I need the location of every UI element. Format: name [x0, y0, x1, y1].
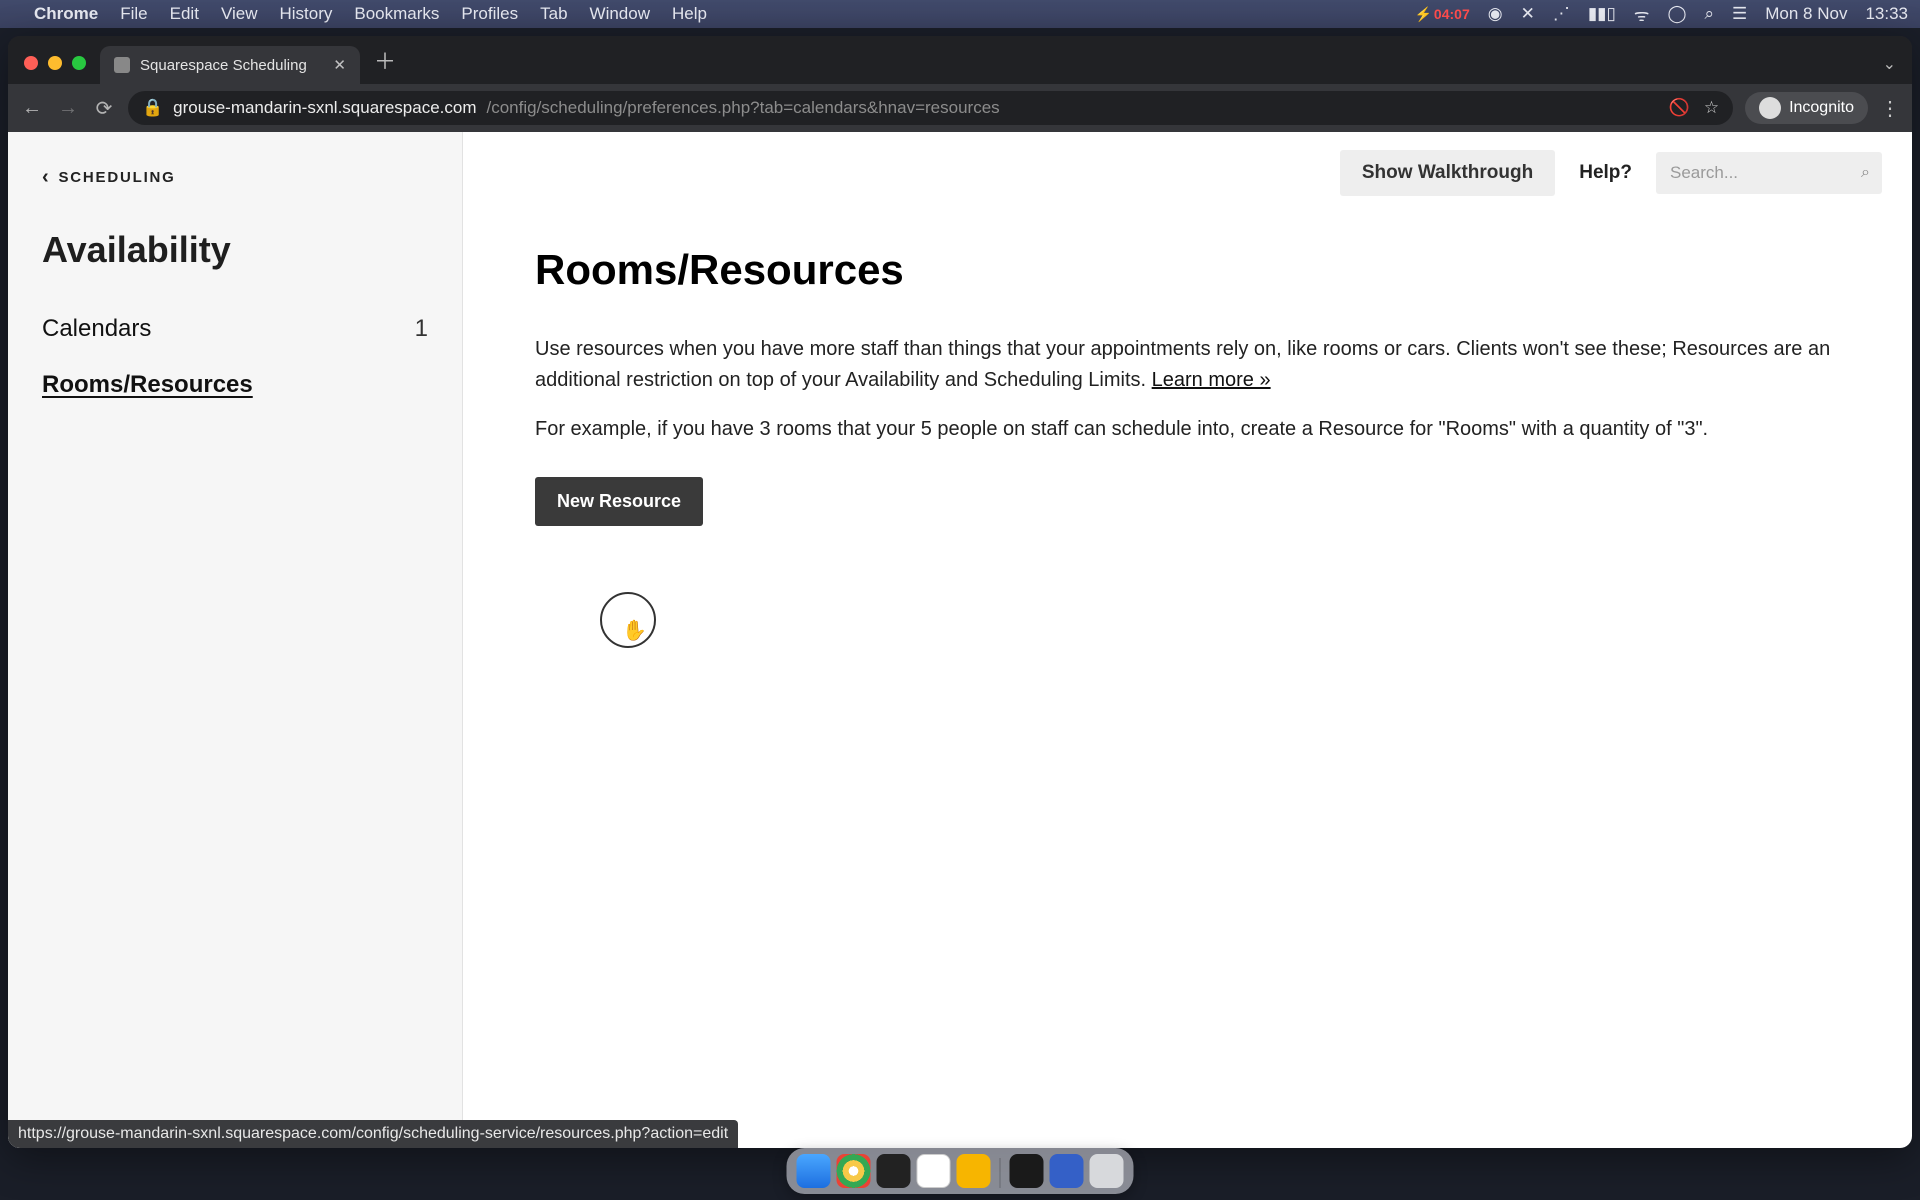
- incognito-icon: [1759, 97, 1781, 119]
- menubar-item-bookmarks[interactable]: Bookmarks: [354, 4, 439, 24]
- reload-button[interactable]: ⟳: [92, 96, 116, 121]
- dock-chrome-icon[interactable]: [837, 1154, 871, 1188]
- dock-app3-icon[interactable]: [1050, 1154, 1084, 1188]
- control-center-icon[interactable]: ☰: [1732, 4, 1747, 24]
- dock-app2-icon[interactable]: [1010, 1154, 1044, 1188]
- window-maximize-icon[interactable]: [72, 56, 86, 70]
- menubar-item-help[interactable]: Help: [672, 4, 707, 24]
- tabs-dropdown-icon[interactable]: ⌄: [1883, 54, 1896, 74]
- eye-off-icon[interactable]: 🚫: [1669, 98, 1690, 118]
- macos-menubar: Chrome File Edit View History Bookmarks …: [0, 0, 1920, 28]
- incognito-label: Incognito: [1789, 99, 1854, 117]
- menubar-appname[interactable]: Chrome: [34, 4, 98, 24]
- main-area: Show Walkthrough Help? ⌕ Rooms/Resources…: [463, 132, 1912, 1148]
- tab-close-icon[interactable]: ✕: [333, 56, 346, 74]
- browser-tab[interactable]: Squarespace Scheduling ✕: [100, 46, 360, 84]
- menubar-item-window[interactable]: Window: [590, 4, 650, 24]
- show-walkthrough-button[interactable]: Show Walkthrough: [1340, 150, 1555, 196]
- lock-icon: 🔒: [142, 98, 163, 118]
- menubar-item-history[interactable]: History: [279, 4, 332, 24]
- chevron-left-icon: ‹: [42, 166, 50, 189]
- search-input[interactable]: [1656, 152, 1882, 194]
- status-icon-3[interactable]: ⋰: [1553, 4, 1570, 24]
- learn-more-link[interactable]: Learn more »: [1152, 369, 1271, 391]
- menubar-item-view[interactable]: View: [221, 4, 258, 24]
- battery-status-icon[interactable]: ⚡04:07: [1414, 6, 1469, 23]
- sidebar-item-count: 1: [415, 315, 428, 343]
- bookmark-star-icon[interactable]: ☆: [1704, 98, 1719, 118]
- menubar-item-profiles[interactable]: Profiles: [461, 4, 518, 24]
- menubar-item-tab[interactable]: Tab: [540, 4, 567, 24]
- chrome-window: Squarespace Scheduling ✕ ＋ ⌄ ← → ⟳ 🔒 gro…: [8, 36, 1912, 1148]
- url-host: grouse-mandarin-sxnl.squarespace.com: [173, 98, 476, 118]
- new-tab-button[interactable]: ＋: [374, 44, 396, 76]
- macos-dock: [787, 1148, 1134, 1194]
- sidebar-item-calendars[interactable]: Calendars 1: [42, 315, 428, 343]
- forward-button[interactable]: →: [56, 97, 80, 120]
- window-minimize-icon[interactable]: [48, 56, 62, 70]
- tab-favicon-icon: [114, 57, 130, 73]
- search-icon[interactable]: ⌕: [1861, 164, 1870, 182]
- sidebar-item-label: Calendars: [42, 315, 151, 343]
- top-actions: Show Walkthrough Help? ⌕: [1340, 150, 1882, 196]
- dock-notes-icon[interactable]: [917, 1154, 951, 1188]
- menubar-date[interactable]: Mon 8 Nov: [1765, 4, 1847, 24]
- menubar-item-edit[interactable]: Edit: [170, 4, 199, 24]
- new-resource-button[interactable]: New Resource: [535, 477, 703, 526]
- dock-trash-icon[interactable]: [1090, 1154, 1124, 1188]
- url-path: /config/scheduling/preferences.php?tab=c…: [486, 98, 999, 118]
- example-paragraph: For example, if you have 3 rooms that yo…: [535, 418, 1868, 441]
- dock-separator: [1000, 1158, 1001, 1188]
- status-bar: https://grouse-mandarin-sxnl.squarespace…: [8, 1120, 738, 1148]
- back-to-scheduling[interactable]: ‹ SCHEDULING: [42, 166, 428, 189]
- chrome-tabstrip: Squarespace Scheduling ✕ ＋ ⌄: [8, 36, 1912, 84]
- dock-terminal-icon[interactable]: [877, 1154, 911, 1188]
- status-icon-1[interactable]: ◉: [1488, 4, 1503, 24]
- chrome-menu-icon[interactable]: ⋮: [1880, 96, 1900, 121]
- dock-app-icon[interactable]: [957, 1154, 991, 1188]
- window-close-icon[interactable]: [24, 56, 38, 70]
- page-content: ‹ SCHEDULING Availability Calendars 1 Ro…: [8, 132, 1912, 1148]
- sidebar-title: Availability: [42, 229, 428, 271]
- sidebar-item-rooms-resources[interactable]: Rooms/Resources: [42, 371, 428, 399]
- chrome-toolbar: ← → ⟳ 🔒 grouse-mandarin-sxnl.squarespace…: [8, 84, 1912, 132]
- power-icon[interactable]: ▮▮▯: [1588, 4, 1616, 24]
- tab-title: Squarespace Scheduling: [140, 57, 307, 74]
- page-title: Rooms/Resources: [535, 246, 1868, 294]
- user-icon[interactable]: ◯: [1667, 4, 1686, 24]
- menubar-clock[interactable]: 13:33: [1865, 4, 1908, 24]
- back-label: SCHEDULING: [58, 169, 175, 186]
- dock-finder-icon[interactable]: [797, 1154, 831, 1188]
- sidebar: ‹ SCHEDULING Availability Calendars 1 Ro…: [8, 132, 463, 1148]
- address-bar[interactable]: 🔒 grouse-mandarin-sxnl.squarespace.com/c…: [128, 91, 1733, 125]
- help-link[interactable]: Help?: [1579, 162, 1632, 184]
- status-icon-2[interactable]: ✕: [1521, 4, 1535, 24]
- spotlight-icon[interactable]: ⌕: [1704, 4, 1714, 24]
- intro-paragraph: Use resources when you have more staff t…: [535, 334, 1835, 396]
- sidebar-item-label: Rooms/Resources: [42, 371, 253, 399]
- menubar-item-file[interactable]: File: [120, 4, 147, 24]
- incognito-indicator[interactable]: Incognito: [1745, 92, 1868, 124]
- back-button[interactable]: ←: [20, 97, 44, 120]
- wifi-icon[interactable]: ᯤ: [1634, 3, 1650, 26]
